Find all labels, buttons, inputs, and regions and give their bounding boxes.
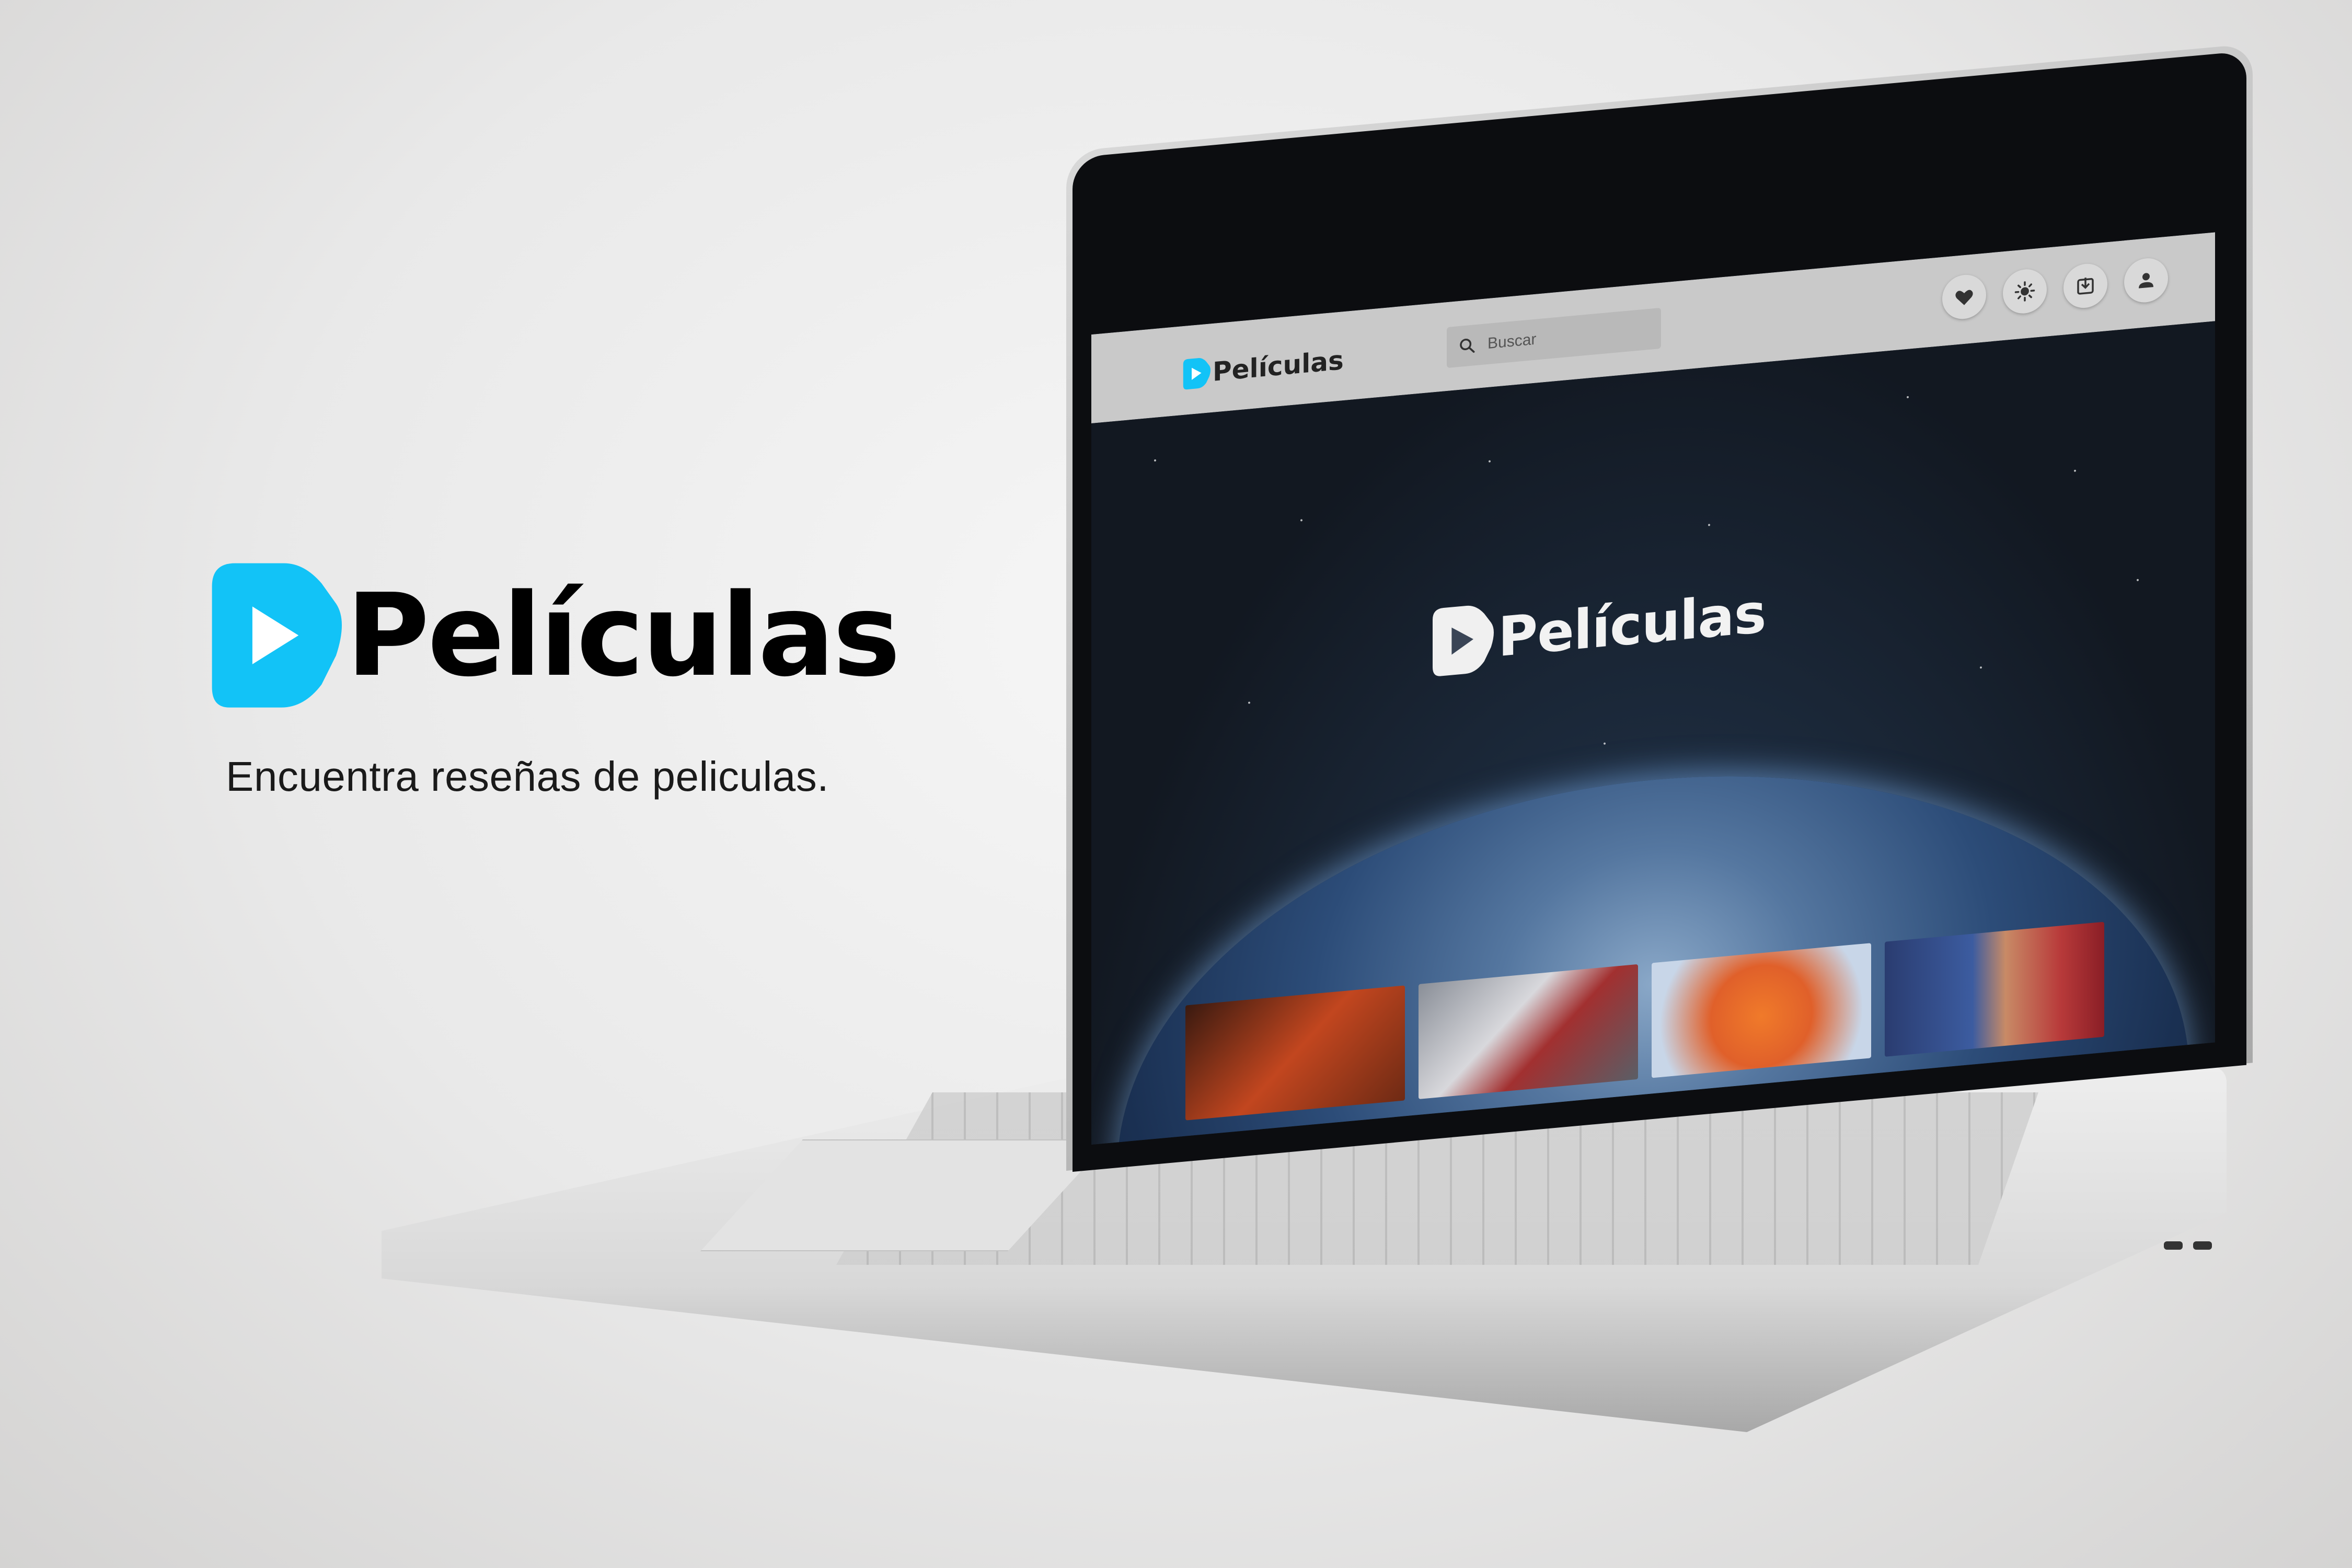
star (1980, 666, 1982, 669)
theme-toggle-button[interactable] (2003, 267, 2047, 316)
play-logo-icon (1433, 605, 1494, 676)
search-input[interactable] (1486, 320, 1645, 354)
star (1604, 742, 1606, 745)
star (1154, 459, 1156, 462)
movie-poster[interactable] (1652, 943, 1871, 1078)
search-bar[interactable] (1447, 307, 1661, 368)
movie-poster[interactable] (1885, 921, 2104, 1057)
app-logo[interactable]: Películas (1180, 344, 1344, 391)
laptop-screen: Películas Buscar Películas (1091, 232, 2215, 1145)
download-button[interactable] (2063, 262, 2107, 310)
brightness-icon (2014, 281, 2035, 302)
star (1300, 519, 1302, 522)
star (1248, 701, 1250, 704)
user-icon (2139, 273, 2153, 289)
movie-poster[interactable] (1419, 964, 1638, 1100)
laptop-mockup: Películas Buscar Películas (0, 0, 2352, 1568)
hero-section: Películas (1091, 321, 2215, 1145)
search-icon (1460, 338, 1475, 353)
star (1489, 460, 1491, 463)
app-logo-text: Películas (1213, 345, 1344, 387)
header-actions (1942, 256, 2168, 321)
heart-icon (1955, 290, 1973, 305)
profile-button[interactable] (2124, 256, 2168, 305)
movie-poster[interactable] (1185, 985, 1405, 1121)
hero-logo-text: Películas (1498, 581, 1766, 670)
star (1708, 524, 1710, 526)
hero-logo: Películas (1426, 577, 1766, 681)
star (1907, 396, 1909, 399)
play-logo-icon (1183, 358, 1210, 390)
favorites-button[interactable] (1942, 273, 1986, 321)
star (2074, 469, 2076, 472)
usb-port (2164, 1241, 2183, 1250)
download-icon (2077, 277, 2094, 295)
star (2137, 579, 2139, 581)
usb-port (2193, 1241, 2212, 1250)
